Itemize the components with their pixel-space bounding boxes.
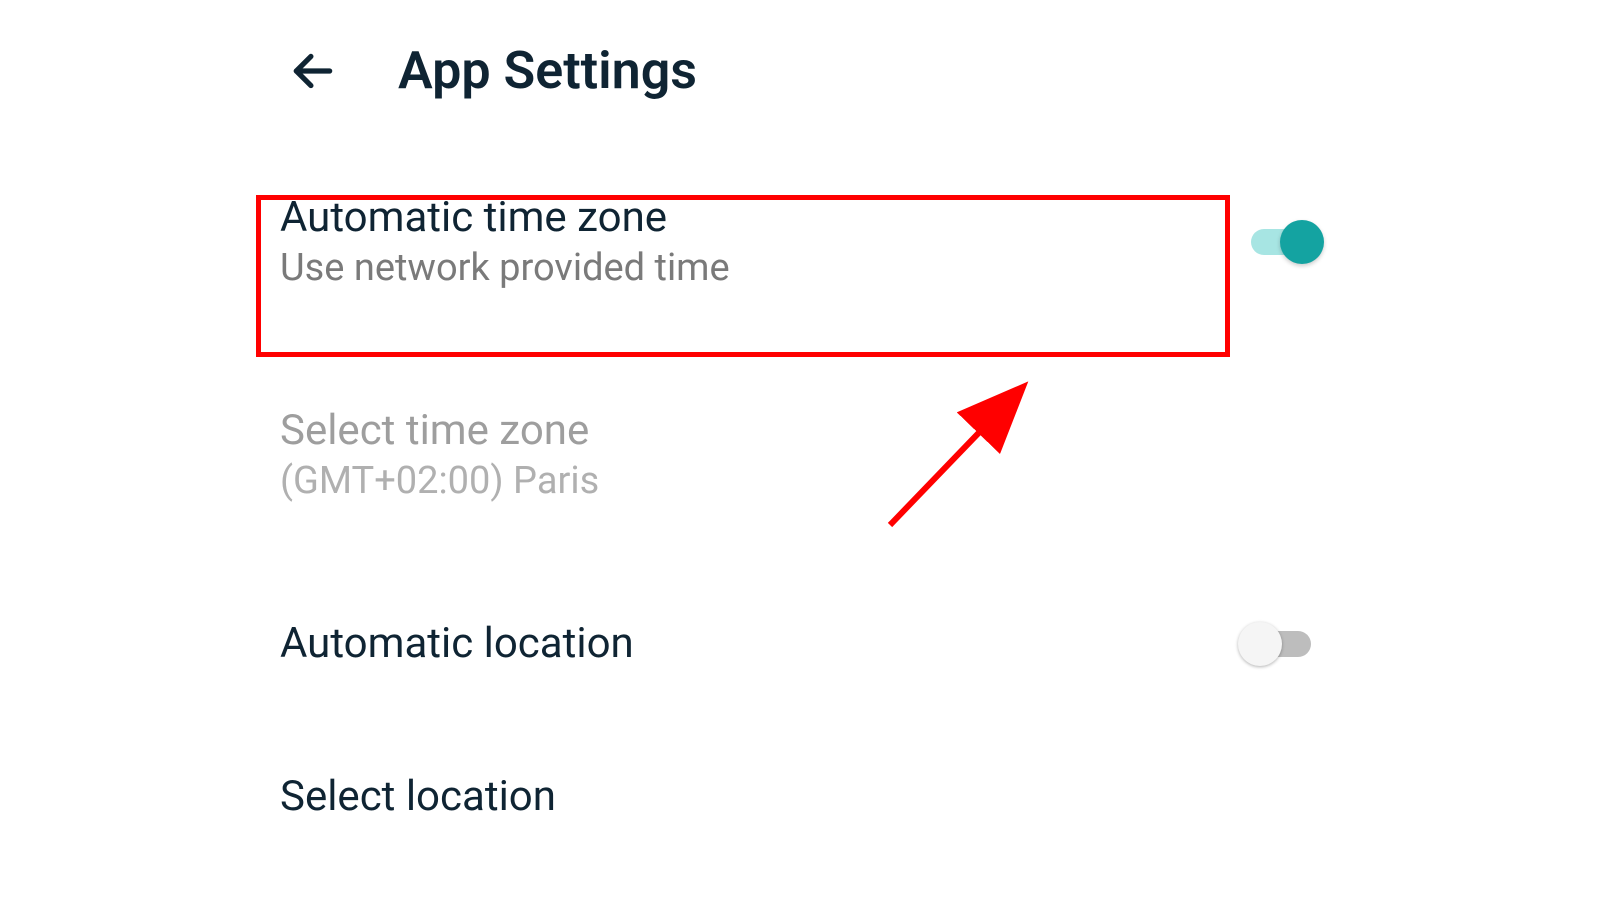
setting-text-block: Select time zone (GMT+02:00) Paris: [280, 406, 599, 503]
setting-auto-location[interactable]: Automatic location: [0, 597, 1600, 690]
setting-auto-timezone[interactable]: Automatic time zone Use network provided…: [0, 171, 1600, 312]
setting-title: Automatic time zone: [280, 193, 730, 242]
setting-select-timezone: Select time zone (GMT+02:00) Paris: [0, 384, 1600, 525]
setting-text-block: Automatic location: [280, 619, 634, 668]
setting-subtitle: (GMT+02:00) Paris: [280, 459, 599, 503]
spacer: [0, 525, 1600, 597]
auto-timezone-toggle[interactable]: [1242, 227, 1320, 257]
back-arrow-icon[interactable]: [288, 46, 338, 96]
setting-title: Select location: [280, 772, 556, 821]
setting-title: Automatic location: [280, 619, 634, 668]
toggle-thumb: [1280, 220, 1324, 264]
setting-text-block: Select location: [280, 772, 556, 821]
settings-list: Automatic time zone Use network provided…: [0, 101, 1600, 843]
setting-text-block: Automatic time zone Use network provided…: [280, 193, 730, 290]
header: App Settings: [0, 0, 1600, 101]
spacer: [0, 312, 1600, 384]
setting-subtitle: Use network provided time: [280, 246, 730, 290]
spacer: [0, 690, 1600, 750]
setting-title: Select time zone: [280, 406, 599, 455]
page-title: App Settings: [398, 40, 697, 101]
auto-location-toggle[interactable]: [1242, 629, 1320, 659]
setting-select-location[interactable]: Select location: [0, 750, 1600, 843]
toggle-thumb: [1238, 622, 1282, 666]
